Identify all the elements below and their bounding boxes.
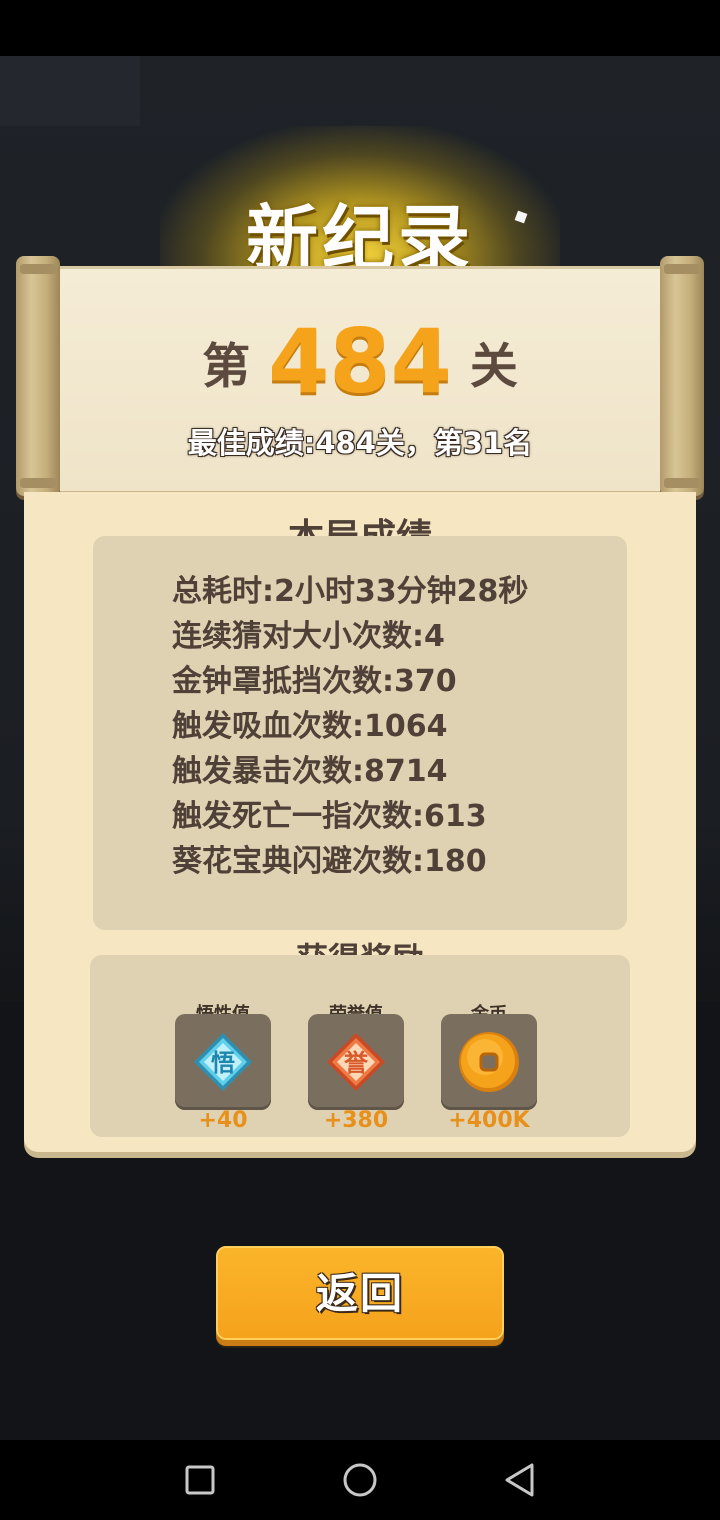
level-prefix: 第 bbox=[202, 338, 251, 395]
gold-coin-icon bbox=[459, 1032, 519, 1092]
reward-wuxing: 悟性值 悟 +40 bbox=[175, 1000, 271, 1140]
best-record-text: 最佳成绩:484关，第31名 bbox=[187, 426, 533, 460]
reward-tile bbox=[441, 1014, 537, 1110]
wuxing-diamond-icon: 悟 bbox=[194, 1033, 252, 1091]
background-block bbox=[0, 56, 140, 126]
status-bar bbox=[0, 0, 720, 56]
level-display: 第 484 关 bbox=[40, 310, 680, 413]
stat-death-finger: 触发死亡一指次数:613 bbox=[172, 799, 487, 834]
reward-tile: 悟 bbox=[175, 1014, 271, 1110]
home-icon[interactable] bbox=[338, 1458, 382, 1502]
back-nav-icon[interactable] bbox=[498, 1458, 542, 1502]
reward-gold: 金币 +400K bbox=[441, 1000, 537, 1140]
stat-crit: 触发暴击次数:8714 bbox=[172, 754, 448, 789]
stat-golden-bell: 金钟罩抵挡次数:370 bbox=[172, 664, 457, 699]
honor-glyph: 誉 bbox=[344, 1049, 369, 1077]
honor-diamond-icon: 誉 bbox=[327, 1033, 385, 1091]
level-number: 484 bbox=[268, 310, 452, 413]
stat-guess-streak: 连续猜对大小次数:4 bbox=[172, 619, 445, 654]
reward-honor: 荣誉值 誉 +380 bbox=[308, 1000, 404, 1140]
back-button[interactable]: 返回 bbox=[216, 1246, 504, 1340]
wuxing-glyph: 悟 bbox=[211, 1049, 235, 1077]
reward-tile: 誉 bbox=[308, 1014, 404, 1110]
stat-total-time: 总耗时:2小时33分钟28秒 bbox=[172, 574, 529, 609]
reward-amount: +400K bbox=[448, 1108, 530, 1133]
reward-amount: +380 bbox=[323, 1108, 389, 1133]
stat-lifesteal: 触发吸血次数:1064 bbox=[172, 709, 448, 744]
reward-amount: +40 bbox=[198, 1108, 248, 1133]
recent-apps-icon[interactable] bbox=[178, 1458, 222, 1502]
stat-dodge: 葵花宝典闪避次数:180 bbox=[172, 844, 487, 879]
level-suffix: 关 bbox=[469, 338, 518, 395]
